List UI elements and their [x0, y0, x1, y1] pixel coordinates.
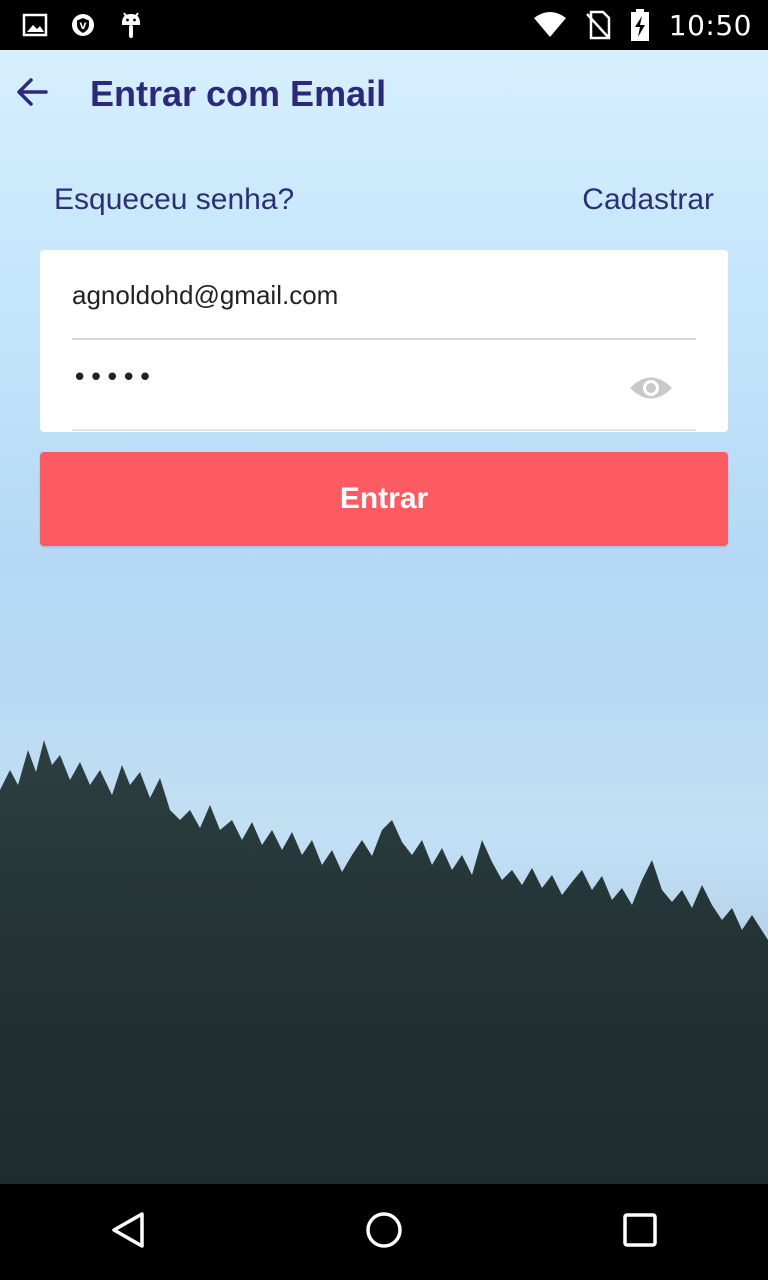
image-icon [22, 12, 48, 38]
eye-icon[interactable] [628, 365, 674, 411]
app-bar: Entrar com Email [0, 50, 768, 138]
email-value: agnoldohd@gmail.com [72, 280, 339, 310]
nav-recents-icon [620, 1210, 660, 1255]
status-right-icons: 10:50 [533, 8, 752, 42]
android-icon [118, 10, 144, 40]
password-value: ••••• [72, 363, 154, 393]
password-field[interactable]: ••••• [72, 341, 696, 431]
links-row: Esqueceu senha? Cadastrar [54, 176, 714, 224]
nav-recents-button[interactable] [592, 1184, 688, 1280]
nav-back-button[interactable] [80, 1184, 176, 1280]
back-button[interactable] [0, 62, 64, 126]
navigation-bar [0, 1184, 768, 1280]
status-time: 10:50 [668, 8, 752, 42]
login-button[interactable]: Entrar [40, 452, 728, 546]
forgot-password-link[interactable]: Esqueceu senha? [54, 183, 294, 217]
nav-home-button[interactable] [336, 1184, 432, 1280]
nav-back-icon [108, 1210, 148, 1255]
arrow-back-icon [14, 74, 50, 115]
no-sim-icon [585, 10, 611, 40]
email-field[interactable]: agnoldohd@gmail.com [72, 250, 696, 340]
nav-home-icon [364, 1210, 404, 1255]
status-bar: V 10:50 [0, 0, 768, 50]
shield-icon: V [70, 12, 96, 38]
login-form-card: agnoldohd@gmail.com ••••• [40, 250, 728, 432]
battery-charging-icon [629, 8, 651, 42]
wifi-icon [533, 11, 567, 39]
svg-text:V: V [80, 22, 87, 32]
page-title: Entrar com Email [90, 73, 387, 114]
status-left-icons: V [22, 10, 144, 40]
register-link[interactable]: Cadastrar [582, 183, 714, 217]
